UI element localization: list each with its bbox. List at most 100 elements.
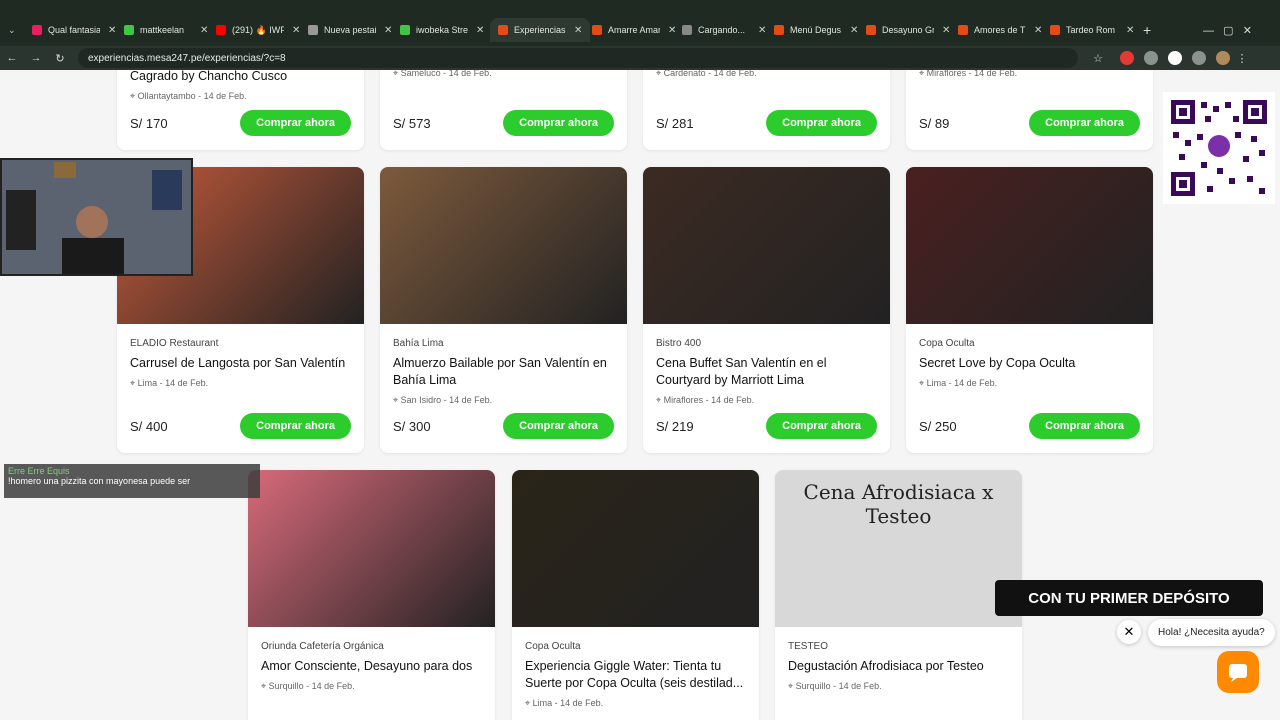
experience-card[interactable]: ⌖ Cardenato - 14 de Feb. S/ 281 Comprar ah… [643,70,890,150]
experience-title[interactable]: Secret Love by Copa Oculta [919,355,1140,372]
card-body: ⌖ Cardenato - 14 de Feb. [643,70,890,91]
tab-favicon-icon [124,25,134,35]
browser-tab[interactable]: mattkeelan ✕ [116,18,216,42]
browser-tab[interactable]: Desayuno Gr ✕ [858,18,958,42]
location-date: ⌖ Miraflores - 14 de Feb. [919,70,1018,78]
experience-card[interactable]: ⌖ Sameluco - 14 de Feb. S/ 573 Comprar aho… [380,70,627,150]
card-body: ELADIO Restaurant Carrusel de Langosta po… [117,324,364,401]
window-controls[interactable]: — ▢ ✕ [1195,18,1260,42]
tab-close-icon[interactable]: ✕ [476,25,484,36]
tab-label: mattkeelan [140,25,185,35]
card-body: Bahía Lima Almuerzo Bailable por San Vale… [380,324,627,418]
tab-label: Menú Degus [790,25,842,35]
experience-image[interactable] [906,167,1153,324]
tab-favicon-icon [400,25,410,35]
tab-label: iwobeka Stream [416,25,468,35]
browser-tab[interactable]: Menú Degus ✕ [766,18,866,42]
experience-image[interactable] [248,470,495,627]
profile-avatar[interactable] [1216,51,1230,65]
tab-favicon-icon [32,25,42,35]
buy-now-button[interactable]: Comprar ahora [766,413,877,439]
price-row: S/ 170 Comprar ahora [130,110,351,136]
tab-label: Experiencias [514,25,566,35]
browser-tab[interactable]: Amarre Amarre✕ [584,18,684,42]
close-icon[interactable]: ✕ [1117,620,1141,644]
menu-icon[interactable]: ⋮ [1230,52,1254,65]
experience-card[interactable]: Cagrado by Chancho Cusco ⌖ Ollantaytambo … [117,70,364,150]
browser-tab[interactable]: Nueva pestaña✕ [300,18,400,42]
browser-tab[interactable]: (291) 🔥 IWF ✕ [208,18,308,42]
restaurant-name: TESTEO [788,641,829,652]
tab-favicon-icon [216,25,226,35]
chat-widget-button[interactable] [1217,651,1259,693]
help-bubble[interactable]: Hola! ¿Necesita ayuda? [1148,619,1275,646]
browser-tab[interactable]: Experiencias ✕ [490,18,591,42]
tab-favicon-icon [774,25,784,35]
experience-title[interactable]: Cagrado by Chancho Cusco [130,70,351,85]
buy-now-button[interactable]: Comprar ahora [1029,413,1140,439]
restaurant-name: Oriunda Cafetería Orgánica [261,641,384,652]
buy-now-button[interactable]: Comprar ahora [503,413,614,439]
buy-now-button[interactable]: Comprar ahora [1029,110,1140,136]
address-bar[interactable]: experiencias.mesa247.pe/experiencias/?c=… [78,48,1078,68]
tab-label: (291) 🔥 IWF [232,24,284,35]
tab-favicon-icon [682,25,692,35]
price: S/ 300 [393,418,431,434]
back-icon[interactable]: ← [0,52,24,64]
experience-card[interactable]: Copa Oculta Experiencia Giggle Water: Tie… [512,470,759,720]
tab-label: Tardeo Rom [1066,25,1116,35]
extension-icon[interactable] [1144,51,1158,65]
restaurant-name: Copa Oculta [919,338,975,349]
tab-favicon-icon [498,25,508,35]
price: S/ 170 [130,115,168,131]
reload-icon[interactable]: ↻ [48,52,72,65]
browser-tab[interactable]: Tardeo Rom ✕ [1042,18,1142,42]
buy-now-button[interactable]: Comprar ahora [766,110,877,136]
experience-title[interactable]: Experiencia Giggle Water: Tienta tu Suer… [525,658,746,692]
forward-icon[interactable]: → [24,52,48,64]
puzzle-icon[interactable] [1192,51,1206,65]
experience-card[interactable]: Copa Oculta Secret Love by Copa Oculta ⌖ L… [906,167,1153,453]
buy-now-button[interactable]: Comprar ahora [240,413,351,439]
experience-card[interactable]: Bistro 400 Cena Buffet San Valentín en el… [643,167,890,453]
price-row: S/ 250 Comprar ahora [919,413,1140,439]
experience-card[interactable]: Oriunda Cafetería Orgánica Amor Conscient… [248,470,495,720]
extension-icon[interactable] [1168,51,1182,65]
new-tab-button[interactable]: + [1135,18,1159,42]
chat-text: !homero una pizzita con mayonesa puede s… [8,476,191,486]
experience-image[interactable] [512,470,759,627]
experience-title[interactable]: Amor Consciente, Desayuno para dos [261,658,482,675]
experience-title[interactable]: Cena Buffet San Valentín en el Courtyard… [656,355,877,389]
experience-title[interactable]: Almuerzo Bailable por San Valentín en Ba… [393,355,614,389]
buy-now-button[interactable]: Comprar ahora [240,110,351,136]
tab-label: Cargando... [698,25,746,35]
extension-icon[interactable] [1120,51,1134,65]
location-date: ⌖ Lima - 14 de Feb. [919,378,998,388]
price-row: S/ 400 Comprar ahora [130,413,351,439]
experience-image[interactable] [380,167,627,324]
browser-tab[interactable]: Amores de T ✕ [950,18,1050,42]
tab-favicon-icon [866,25,876,35]
tab-close-icon[interactable]: ✕ [574,25,582,36]
browser-tab[interactable]: Cargando... ✕ [674,18,774,42]
tab-close-icon[interactable]: ✕ [1126,25,1134,36]
experience-card[interactable]: Cena Afrodisiaca x Testeo TESTEO Degustaci… [775,470,1022,720]
restaurant-name: Bahía Lima [393,338,444,349]
location-date: ⌖ San Isidro - 14 de Feb. [393,395,493,405]
experience-title[interactable]: Carrusel de Langosta por San Valentín [130,355,351,372]
experience-card[interactable]: Bahía Lima Almuerzo Bailable por San Vale… [380,167,627,453]
experience-image[interactable]: Cena Afrodisiaca x Testeo [775,470,1022,627]
tab-label: Nueva pestaña [324,25,376,35]
experience-title[interactable]: Degustación Afrodisiaca por Testeo [788,658,1009,675]
bookmark-star-icon[interactable]: ☆ [1086,52,1110,65]
price-row: S/ 573 Comprar ahora [393,110,614,136]
experience-card[interactable]: ⌖ Miraflores - 14 de Feb. S/ 89 Comprar ah… [906,70,1153,150]
buy-now-button[interactable]: Comprar ahora [503,110,614,136]
location-date: ⌖ Sameluco - 14 de Feb. [393,70,492,78]
experience-image[interactable] [643,167,890,324]
price: S/ 573 [393,115,431,131]
browser-tab[interactable]: iwobeka Stream ✕ [392,18,492,42]
browser-tab[interactable]: Qual fantasia ✕ [24,18,124,42]
tab-list-button[interactable]: ⌄ [0,18,24,42]
price-row: S/ 219 Comprar ahora [656,413,877,439]
